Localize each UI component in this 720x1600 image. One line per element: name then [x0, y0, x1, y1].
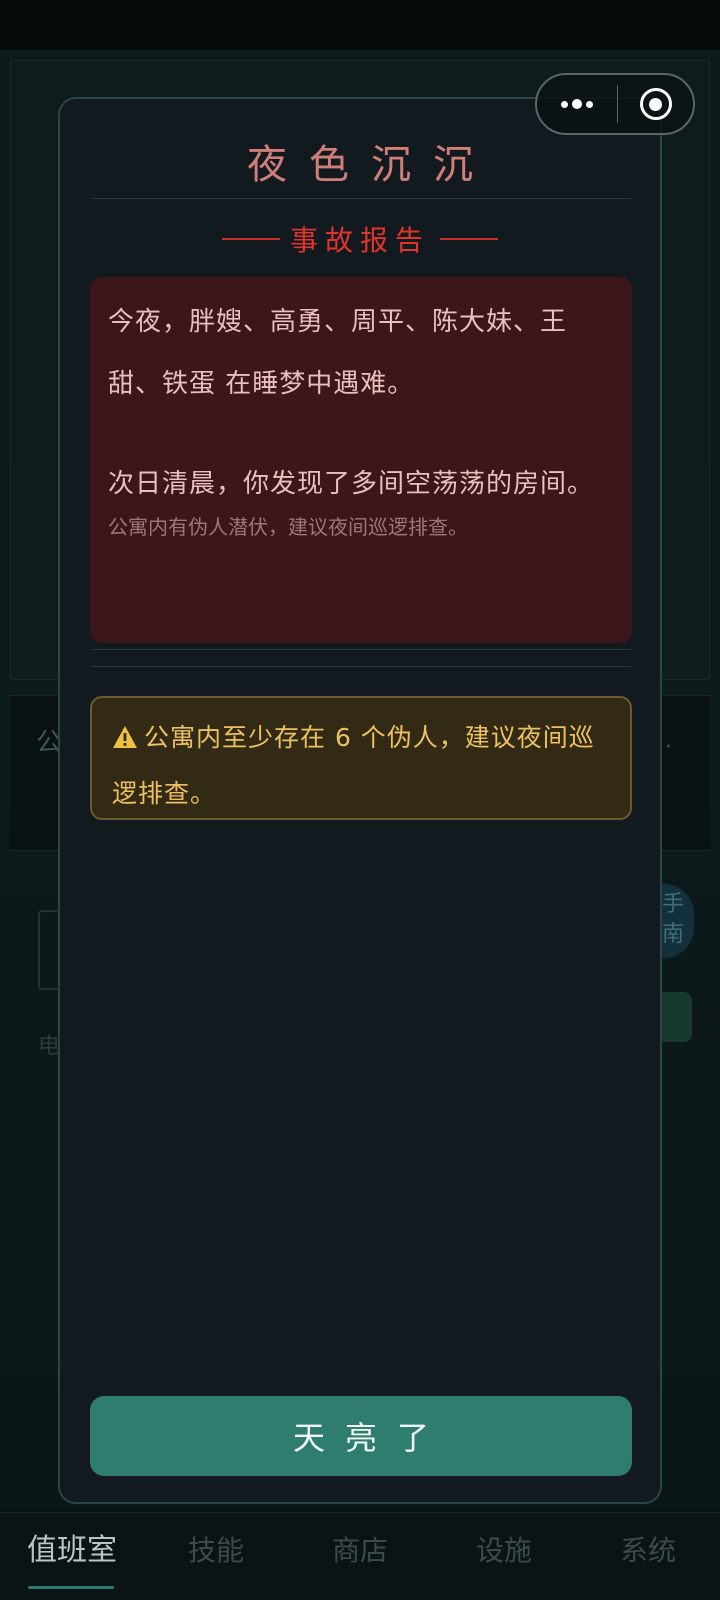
tab-system[interactable]: 系统: [576, 1513, 720, 1600]
tab-skills[interactable]: 技能: [144, 1513, 288, 1600]
background-side-char: 电: [38, 1034, 61, 1059]
section-title: 事故报告: [289, 224, 430, 257]
section-header: 事故报告: [60, 219, 660, 259]
daybreak-button[interactable]: 天亮了: [90, 1396, 632, 1476]
warning-text: 公寓内至少存在 6 个伪人，建议夜间巡逻排查。: [112, 723, 595, 808]
dot: [572, 99, 582, 109]
report-paragraph: 次日清晨，你发现了多间空荡荡的房间。: [108, 469, 595, 499]
tab-label: 商店: [331, 1533, 388, 1567]
tab-label: 值班室: [27, 1532, 117, 1568]
section-header-line-right: [440, 238, 498, 240]
report-paragraph: 今夜，胖嫂、高勇、周平、陈大妹、王甜、铁蛋 在睡梦中遇难。: [108, 307, 568, 399]
tab-label: 设施: [475, 1533, 532, 1567]
ring-dot: [649, 97, 662, 111]
background-banner-suffix: ·: [665, 735, 672, 760]
tab-facilities[interactable]: 设施: [432, 1513, 576, 1600]
tab-duty-room[interactable]: 值班室: [0, 1513, 144, 1600]
dialog-title: 夜色沉沉: [247, 142, 495, 188]
bottom-tab-bar: 值班室 技能 商店 设施 系统: [0, 1512, 720, 1600]
report-divider: [91, 666, 631, 667]
status-bar: [0, 0, 720, 50]
active-tab-indicator: [28, 1585, 114, 1589]
warning-box: 公寓内至少存在 6 个伪人，建议夜间巡逻排查。: [90, 696, 632, 820]
ring: [639, 88, 672, 120]
title-divider: [91, 198, 631, 199]
dot: [586, 100, 593, 108]
section-header-line-left: [221, 238, 280, 240]
report-divider: [91, 649, 631, 650]
warning-triangle-icon: [113, 726, 137, 748]
report-note: 公寓内有伪人潜伏，建议夜间巡逻排查。: [108, 515, 468, 539]
tab-label: 系统: [619, 1533, 676, 1567]
tab-label: 技能: [187, 1533, 244, 1567]
dot: [561, 100, 568, 108]
night-report-dialog: 夜色沉沉 事故报告 今夜，胖嫂、高勇、周平、陈大妹、王甜、铁蛋 在睡梦中遇难。 …: [58, 97, 662, 1504]
miniprogram-capsule: [535, 73, 695, 135]
incident-report-box: 今夜，胖嫂、高勇、周平、陈大妹、王甜、铁蛋 在睡梦中遇难。 次日清晨，你发现了多…: [90, 277, 632, 643]
more-dots-icon[interactable]: [537, 75, 617, 133]
tab-shop[interactable]: 商店: [288, 1513, 432, 1600]
target-close-icon[interactable]: [618, 75, 693, 133]
